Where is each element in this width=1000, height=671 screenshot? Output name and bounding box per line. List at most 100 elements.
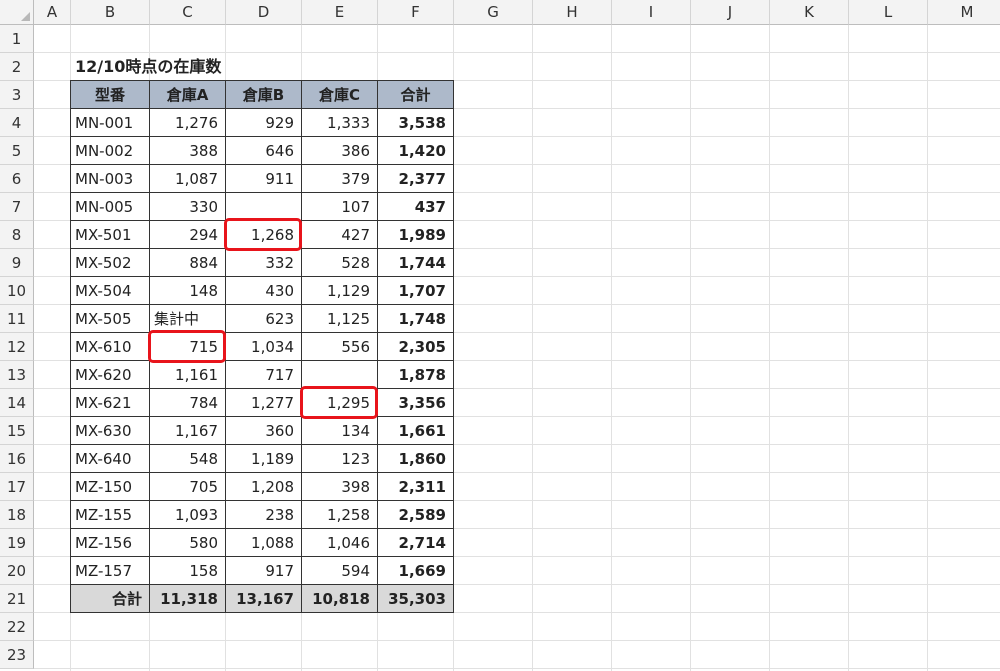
row-total-cell[interactable]: 1,748	[378, 305, 454, 333]
stock-cell[interactable]: 430	[226, 277, 302, 305]
spreadsheet-grid[interactable]: A B C D E F G H I J K L M 1 2 3 4 5 6 7 8 9 10 11 12 13 14 15 16 17 18…	[0, 0, 1000, 671]
stock-cell[interactable]: 1,333	[302, 109, 378, 137]
row-header-9[interactable]: 9	[0, 249, 34, 277]
stock-cell[interactable]: 1,093	[150, 501, 226, 529]
stock-cell[interactable]: 330	[150, 193, 226, 221]
model-number-cell[interactable]: MX-504	[71, 277, 150, 305]
model-number-cell[interactable]: MX-505	[71, 305, 150, 333]
row-total-cell[interactable]: 2,377	[378, 165, 454, 193]
column-header-h[interactable]: H	[533, 0, 612, 25]
row-header-5[interactable]: 5	[0, 137, 34, 165]
stock-cell[interactable]: 294	[150, 221, 226, 249]
column-header-m[interactable]: M	[928, 0, 1000, 25]
row-header-22[interactable]: 22	[0, 613, 34, 641]
model-number-cell[interactable]: MZ-155	[71, 501, 150, 529]
column-total-cell[interactable]: 35,303	[378, 585, 454, 613]
model-number-cell[interactable]: MZ-150	[71, 473, 150, 501]
row-total-cell[interactable]: 437	[378, 193, 454, 221]
row-header-17[interactable]: 17	[0, 473, 34, 501]
stock-cell[interactable]: 1,276	[150, 109, 226, 137]
row-header-10[interactable]: 10	[0, 277, 34, 305]
stock-cell[interactable]	[226, 193, 302, 221]
stock-cell[interactable]: 107	[302, 193, 378, 221]
row-header-14[interactable]: 14	[0, 389, 34, 417]
stock-cell[interactable]: 1,129	[302, 277, 378, 305]
row-header-12[interactable]: 12	[0, 333, 34, 361]
row-total-cell[interactable]: 3,356	[378, 389, 454, 417]
stock-cell[interactable]: 917	[226, 557, 302, 585]
column-header-l[interactable]: L	[849, 0, 928, 25]
stock-cell[interactable]: 1,034	[226, 333, 302, 361]
select-all-corner[interactable]	[0, 0, 34, 25]
stock-cell[interactable]: 238	[226, 501, 302, 529]
column-header-a[interactable]: A	[34, 0, 71, 25]
model-number-cell[interactable]: MN-001	[71, 109, 150, 137]
stock-cell[interactable]: 580	[150, 529, 226, 557]
column-header-b[interactable]: B	[71, 0, 150, 25]
table-header-cell[interactable]: 倉庫C	[302, 81, 378, 109]
row-header-11[interactable]: 11	[0, 305, 34, 333]
row-total-cell[interactable]: 2,589	[378, 501, 454, 529]
stock-cell[interactable]: 705	[150, 473, 226, 501]
row-header-4[interactable]: 4	[0, 109, 34, 137]
table-header-cell[interactable]: 型番	[71, 81, 150, 109]
row-total-cell[interactable]: 2,311	[378, 473, 454, 501]
column-header-g[interactable]: G	[454, 0, 533, 25]
row-header-6[interactable]: 6	[0, 165, 34, 193]
column-header-k[interactable]: K	[770, 0, 849, 25]
model-number-cell[interactable]: MZ-157	[71, 557, 150, 585]
model-number-cell[interactable]: MN-005	[71, 193, 150, 221]
stock-cell[interactable]: 623	[226, 305, 302, 333]
total-label-cell[interactable]: 合計	[71, 585, 150, 613]
stock-cell[interactable]: 360	[226, 417, 302, 445]
row-header-2[interactable]: 2	[0, 53, 34, 81]
stock-cell[interactable]: 784	[150, 389, 226, 417]
stock-cell[interactable]: 1,189	[226, 445, 302, 473]
model-number-cell[interactable]: MX-620	[71, 361, 150, 389]
column-header-c[interactable]: C	[150, 0, 226, 25]
stock-cell[interactable]: 646	[226, 137, 302, 165]
stock-cell[interactable]: 528	[302, 249, 378, 277]
stock-cell[interactable]: 398	[302, 473, 378, 501]
model-number-cell[interactable]: MX-621	[71, 389, 150, 417]
column-header-d[interactable]: D	[226, 0, 302, 25]
stock-cell[interactable]: 386	[302, 137, 378, 165]
row-total-cell[interactable]: 1,989	[378, 221, 454, 249]
row-total-cell[interactable]: 1,707	[378, 277, 454, 305]
row-header-23[interactable]: 23	[0, 641, 34, 669]
column-total-cell[interactable]: 11,318	[150, 585, 226, 613]
stock-cell[interactable]: 1,277	[226, 389, 302, 417]
column-header-j[interactable]: J	[691, 0, 770, 25]
stock-cell[interactable]: 1,161	[150, 361, 226, 389]
row-header-3[interactable]: 3	[0, 81, 34, 109]
stock-cell[interactable]: 123	[302, 445, 378, 473]
stock-cell[interactable]: 1,258	[302, 501, 378, 529]
row-total-cell[interactable]: 1,669	[378, 557, 454, 585]
stock-cell[interactable]: 556	[302, 333, 378, 361]
stock-cell[interactable]: 332	[226, 249, 302, 277]
row-header-16[interactable]: 16	[0, 445, 34, 473]
model-number-cell[interactable]: MN-003	[71, 165, 150, 193]
row-header-8[interactable]: 8	[0, 221, 34, 249]
column-total-cell[interactable]: 13,167	[226, 585, 302, 613]
row-total-cell[interactable]: 1,860	[378, 445, 454, 473]
column-header-e[interactable]: E	[302, 0, 378, 25]
column-header-f[interactable]: F	[378, 0, 454, 25]
stock-cell[interactable]: 911	[226, 165, 302, 193]
stock-cell[interactable]: 1,087	[150, 165, 226, 193]
table-header-cell[interactable]: 倉庫A	[150, 81, 226, 109]
row-total-cell[interactable]: 2,305	[378, 333, 454, 361]
row-total-cell[interactable]: 1,420	[378, 137, 454, 165]
row-header-20[interactable]: 20	[0, 557, 34, 585]
model-number-cell[interactable]: MX-610	[71, 333, 150, 361]
stock-cell[interactable]: 379	[302, 165, 378, 193]
stock-cell[interactable]: 884	[150, 249, 226, 277]
row-total-cell[interactable]: 1,744	[378, 249, 454, 277]
stock-cell[interactable]: 594	[302, 557, 378, 585]
model-number-cell[interactable]: MX-630	[71, 417, 150, 445]
stock-cell[interactable]: 1,046	[302, 529, 378, 557]
stock-cell[interactable]: 134	[302, 417, 378, 445]
table-header-cell[interactable]: 合計	[378, 81, 454, 109]
row-header-21[interactable]: 21	[0, 585, 34, 613]
sheet-title[interactable]: 12/10時点の在庫数	[71, 53, 302, 81]
